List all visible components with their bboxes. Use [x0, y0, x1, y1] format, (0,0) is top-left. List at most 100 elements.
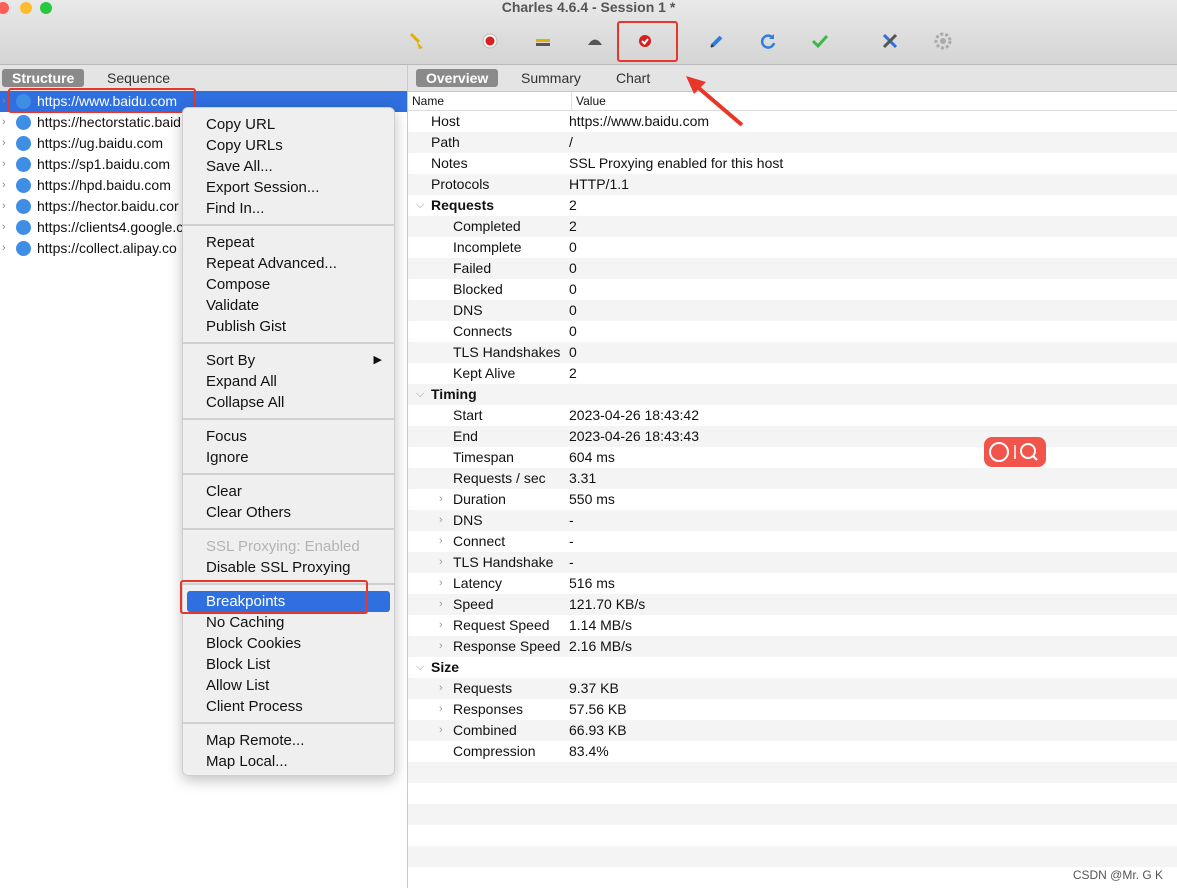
overview-section-row[interactable]: ⌵ Requests 2 [408, 195, 1177, 216]
chevron-right-icon[interactable]: › [2, 133, 6, 154]
tab-overview[interactable]: Overview [416, 69, 499, 87]
validate-button[interactable] [809, 30, 831, 52]
row-name: Speed [453, 596, 494, 612]
clear-session-button[interactable] [406, 30, 428, 52]
column-value[interactable]: Value [571, 92, 606, 110]
chevron-right-icon[interactable]: › [439, 510, 443, 531]
overview-row[interactable]: › Combined 66.93 KB [408, 720, 1177, 741]
overview-section-row[interactable]: ⌵ Timing [408, 384, 1177, 405]
overview-row[interactable]: › Latency 516 ms [408, 573, 1177, 594]
empty-row [408, 804, 1177, 825]
chevron-down-icon[interactable]: ⌵ [416, 657, 424, 678]
overview-row[interactable]: › TLS Handshake - [408, 552, 1177, 573]
row-value: 0 [569, 281, 577, 297]
menu-item-validate[interactable]: Validate [183, 295, 394, 316]
globe-icon [16, 157, 31, 172]
chevron-right-icon[interactable]: › [2, 238, 6, 259]
menu-item-label: Repeat Advanced... [206, 255, 337, 272]
chevron-right-icon[interactable]: › [439, 636, 443, 657]
chevron-right-icon[interactable]: › [2, 175, 6, 196]
menu-item-disable-ssl-proxying[interactable]: Disable SSL Proxying [183, 557, 394, 578]
row-name: Timing [431, 386, 477, 402]
record-button[interactable] [479, 30, 501, 52]
column-header: Name Value [408, 92, 1177, 111]
chevron-right-icon[interactable]: › [2, 112, 6, 133]
menu-item-compose[interactable]: Compose [183, 274, 394, 295]
chevron-right-icon[interactable]: › [439, 573, 443, 594]
menu-item-find-in[interactable]: Find In... [183, 198, 394, 219]
chevron-right-icon[interactable]: › [2, 196, 6, 217]
menu-item-copy-url[interactable]: Copy URL [183, 114, 394, 135]
chevron-right-icon[interactable]: › [439, 699, 443, 720]
compose-button[interactable] [706, 30, 728, 52]
tab-chart[interactable]: Chart [606, 69, 660, 87]
tab-summary[interactable]: Summary [511, 69, 591, 87]
overview-row[interactable]: › DNS - [408, 510, 1177, 531]
chevron-right-icon[interactable]: › [439, 531, 443, 552]
chevron-right-icon[interactable]: › [2, 217, 6, 238]
tools-button[interactable] [879, 30, 901, 52]
overview-row[interactable]: › Duration 550 ms [408, 489, 1177, 510]
row-name: Timespan [453, 449, 514, 465]
overview-row[interactable]: › Request Speed 1.14 MB/s [408, 615, 1177, 636]
overview-row: Requests / sec 3.31 [408, 468, 1177, 489]
overview-row: Kept Alive 2 [408, 363, 1177, 384]
chevron-right-icon[interactable]: › [439, 615, 443, 636]
overview-section-row[interactable]: ⌵ Size [408, 657, 1177, 678]
menu-item-block-list[interactable]: Block List [183, 654, 394, 675]
menu-item-clear[interactable]: Clear [183, 481, 394, 502]
row-name: Start [453, 407, 483, 423]
overview-row[interactable]: › Response Speed 2.16 MB/s [408, 636, 1177, 657]
tab-structure[interactable]: Structure [2, 69, 85, 87]
menu-item-map-local[interactable]: Map Local... [183, 751, 394, 772]
chevron-right-icon[interactable]: › [439, 594, 443, 615]
host-url: https://collect.alipay.co [37, 240, 177, 256]
ai-search-badge[interactable] [984, 437, 1046, 467]
menu-item-block-cookies[interactable]: Block Cookies [183, 633, 394, 654]
row-value: - [569, 554, 574, 570]
overview-row[interactable]: › Connect - [408, 531, 1177, 552]
menu-item-clear-others[interactable]: Clear Others [183, 502, 394, 523]
menu-item-copy-urls[interactable]: Copy URLs [183, 135, 394, 156]
menu-item-repeat-advanced[interactable]: Repeat Advanced... [183, 253, 394, 274]
watermark: CSDN @Mr. G K [1072, 868, 1163, 882]
menu-item-export-session[interactable]: Export Session... [183, 177, 394, 198]
throttle-button[interactable] [532, 30, 554, 52]
chevron-down-icon[interactable]: ⌵ [416, 384, 424, 405]
menu-item-label: SSL Proxying: Enabled [206, 538, 360, 555]
settings-button[interactable] [932, 30, 954, 52]
overview-row[interactable]: › Requests 9.37 KB [408, 678, 1177, 699]
chevron-down-icon[interactable]: ⌵ [416, 195, 424, 216]
menu-item-focus[interactable]: Focus [183, 426, 394, 447]
menu-item-repeat[interactable]: Repeat [183, 232, 394, 253]
column-name[interactable]: Name [412, 92, 444, 110]
menu-item-map-remote[interactable]: Map Remote... [183, 730, 394, 751]
menu-item-ignore[interactable]: Ignore [183, 447, 394, 468]
repeat-button[interactable] [757, 30, 779, 52]
chevron-right-icon[interactable]: › [439, 552, 443, 573]
overview-row[interactable]: › Responses 57.56 KB [408, 699, 1177, 720]
chevron-right-icon[interactable]: › [439, 720, 443, 741]
annotation-box-selected-host [8, 88, 196, 113]
menu-item-expand-all[interactable]: Expand All [183, 371, 394, 392]
menu-item-no-caching[interactable]: No Caching [183, 612, 394, 633]
row-value: 83.4% [569, 743, 609, 759]
menu-item-label: Repeat [206, 234, 255, 251]
chevron-right-icon[interactable]: › [2, 154, 6, 175]
chevron-right-icon[interactable]: › [439, 678, 443, 699]
chevron-right-icon[interactable]: › [439, 489, 443, 510]
empty-row [408, 762, 1177, 783]
menu-item-save-all[interactable]: Save All... [183, 156, 394, 177]
chevron-right-icon[interactable]: › [2, 91, 6, 112]
menu-item-publish-gist[interactable]: Publish Gist [183, 316, 394, 337]
overview-row: Protocols HTTP/1.1 [408, 174, 1177, 195]
menu-item-label: Export Session... [206, 179, 320, 196]
menu-item-collapse-all[interactable]: Collapse All [183, 392, 394, 413]
tab-sequence[interactable]: Sequence [97, 69, 180, 87]
menu-item-sort-by[interactable]: Sort By ▶ [183, 350, 394, 371]
row-value: 1.14 MB/s [569, 617, 633, 633]
turtle-button[interactable] [584, 30, 606, 52]
overview-row[interactable]: › Speed 121.70 KB/s [408, 594, 1177, 615]
menu-item-allow-list[interactable]: Allow List [183, 675, 394, 696]
menu-item-client-process[interactable]: Client Process [183, 696, 394, 717]
